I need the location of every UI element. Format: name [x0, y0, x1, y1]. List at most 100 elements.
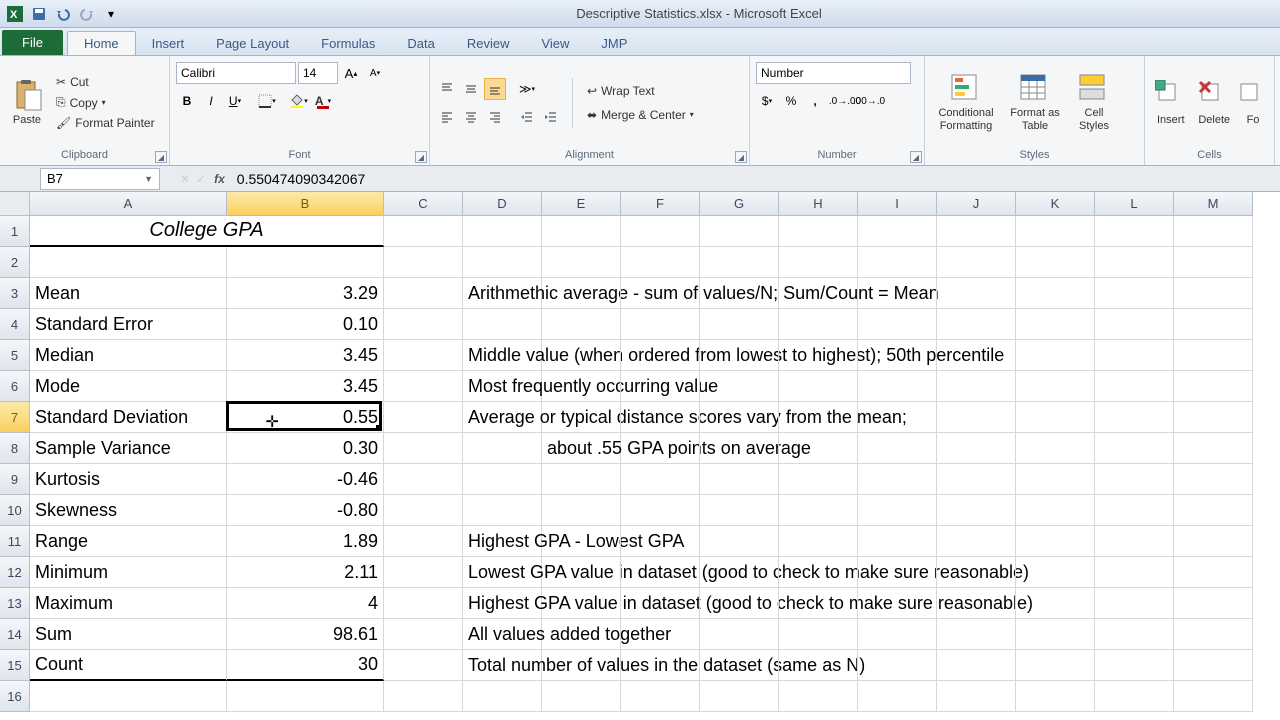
column-header-A[interactable]: A — [30, 192, 227, 216]
formula-input[interactable]: 0.550474090342067 — [233, 171, 1280, 187]
cell-H14[interactable] — [779, 619, 858, 650]
cell-M6[interactable] — [1174, 371, 1253, 402]
cell-M8[interactable] — [1174, 433, 1253, 464]
cell-D15[interactable]: Total number of values in the dataset (s… — [463, 650, 542, 681]
cell-K14[interactable] — [1016, 619, 1095, 650]
cell-H12[interactable] — [779, 557, 858, 588]
row-header-7[interactable]: 7 — [0, 402, 30, 433]
cell-F4[interactable] — [621, 309, 700, 340]
cell-F1[interactable] — [621, 216, 700, 247]
cell-B7[interactable]: 0.55 — [227, 402, 384, 433]
tab-insert[interactable]: Insert — [136, 32, 201, 55]
copy-button[interactable]: ⎘Copy▾ — [52, 93, 159, 112]
cell-H13[interactable] — [779, 588, 858, 619]
cell-J8[interactable] — [937, 433, 1016, 464]
alignment-dialog-launcher[interactable]: ◢ — [735, 151, 747, 163]
cell-D12[interactable]: Lowest GPA value in dataset (good to che… — [463, 557, 542, 588]
tab-view[interactable]: View — [525, 32, 585, 55]
cell-G12[interactable] — [700, 557, 779, 588]
cell-F8[interactable] — [621, 433, 700, 464]
delete-cells-button[interactable]: Delete — [1195, 70, 1235, 136]
cell-G2[interactable] — [700, 247, 779, 278]
number-format-select[interactable] — [756, 62, 911, 84]
cell-G1[interactable] — [700, 216, 779, 247]
cell-D9[interactable] — [463, 464, 542, 495]
cell-M5[interactable] — [1174, 340, 1253, 371]
excel-icon[interactable]: X — [4, 3, 26, 25]
cell-L8[interactable] — [1095, 433, 1174, 464]
align-bottom-icon[interactable] — [484, 78, 506, 100]
row-header-9[interactable]: 9 — [0, 464, 30, 495]
cell-D14[interactable]: All values added together — [463, 619, 542, 650]
grow-font-icon[interactable]: A▴ — [340, 62, 362, 84]
row-header-4[interactable]: 4 — [0, 309, 30, 340]
cell-E15[interactable] — [542, 650, 621, 681]
cell-C2[interactable] — [384, 247, 463, 278]
cell-J3[interactable] — [937, 278, 1016, 309]
cell-E6[interactable] — [542, 371, 621, 402]
cell-B16[interactable] — [227, 681, 384, 712]
cell-D8[interactable] — [463, 433, 542, 464]
cell-A8[interactable]: Sample Variance — [30, 433, 227, 464]
tab-file[interactable]: File — [2, 30, 63, 55]
column-header-J[interactable]: J — [937, 192, 1016, 216]
cell-K6[interactable] — [1016, 371, 1095, 402]
cell-E9[interactable] — [542, 464, 621, 495]
cell-E4[interactable] — [542, 309, 621, 340]
row-header-8[interactable]: 8 — [0, 433, 30, 464]
cell-K5[interactable] — [1016, 340, 1095, 371]
decrease-decimal-icon[interactable]: .00→.0 — [858, 90, 880, 112]
cell-D1[interactable] — [463, 216, 542, 247]
cell-D3[interactable]: Arithmethic average - sum of values/N; S… — [463, 278, 542, 309]
currency-icon[interactable]: $▾ — [756, 90, 778, 112]
cell-M16[interactable] — [1174, 681, 1253, 712]
cell-C12[interactable] — [384, 557, 463, 588]
column-header-H[interactable]: H — [779, 192, 858, 216]
cell-A1[interactable]: College GPA — [30, 216, 384, 247]
row-header-16[interactable]: 16 — [0, 681, 30, 712]
cell-L5[interactable] — [1095, 340, 1174, 371]
cell-B6[interactable]: 3.45 — [227, 371, 384, 402]
cell-L11[interactable] — [1095, 526, 1174, 557]
cell-G4[interactable] — [700, 309, 779, 340]
align-center-icon[interactable] — [460, 106, 482, 128]
format-painter-button[interactable]: 🖌Format Painter — [52, 114, 159, 132]
cell-E14[interactable] — [542, 619, 621, 650]
cell-F6[interactable] — [621, 371, 700, 402]
cell-M2[interactable] — [1174, 247, 1253, 278]
cell-M3[interactable] — [1174, 278, 1253, 309]
cell-B9[interactable]: -0.46 — [227, 464, 384, 495]
cell-G9[interactable] — [700, 464, 779, 495]
select-all-corner[interactable] — [0, 192, 30, 216]
cell-L3[interactable] — [1095, 278, 1174, 309]
percent-icon[interactable]: % — [780, 90, 802, 112]
cell-J9[interactable] — [937, 464, 1016, 495]
cell-A7[interactable]: Standard Deviation — [30, 402, 227, 433]
cell-B12[interactable]: 2.11 — [227, 557, 384, 588]
cell-G10[interactable] — [700, 495, 779, 526]
cell-M14[interactable] — [1174, 619, 1253, 650]
shrink-font-icon[interactable]: A▾ — [364, 62, 386, 84]
row-header-1[interactable]: 1 — [0, 216, 30, 247]
qat-customize-icon[interactable]: ▾ — [100, 3, 122, 25]
cell-K1[interactable] — [1016, 216, 1095, 247]
cell-C6[interactable] — [384, 371, 463, 402]
row-header-11[interactable]: 11 — [0, 526, 30, 557]
cell-M11[interactable] — [1174, 526, 1253, 557]
cell-K2[interactable] — [1016, 247, 1095, 278]
cell-M9[interactable] — [1174, 464, 1253, 495]
cell-B3[interactable]: 3.29 — [227, 278, 384, 309]
column-header-M[interactable]: M — [1174, 192, 1253, 216]
align-left-icon[interactable] — [436, 106, 458, 128]
tab-formulas[interactable]: Formulas — [305, 32, 391, 55]
cell-L7[interactable] — [1095, 402, 1174, 433]
cell-E12[interactable] — [542, 557, 621, 588]
cell-J15[interactable] — [937, 650, 1016, 681]
tab-page-layout[interactable]: Page Layout — [200, 32, 305, 55]
tab-jmp[interactable]: JMP — [585, 32, 643, 55]
cell-B11[interactable]: 1.89 — [227, 526, 384, 557]
cell-E3[interactable] — [542, 278, 621, 309]
row-header-2[interactable]: 2 — [0, 247, 30, 278]
cell-C7[interactable] — [384, 402, 463, 433]
align-top-icon[interactable] — [436, 78, 458, 100]
